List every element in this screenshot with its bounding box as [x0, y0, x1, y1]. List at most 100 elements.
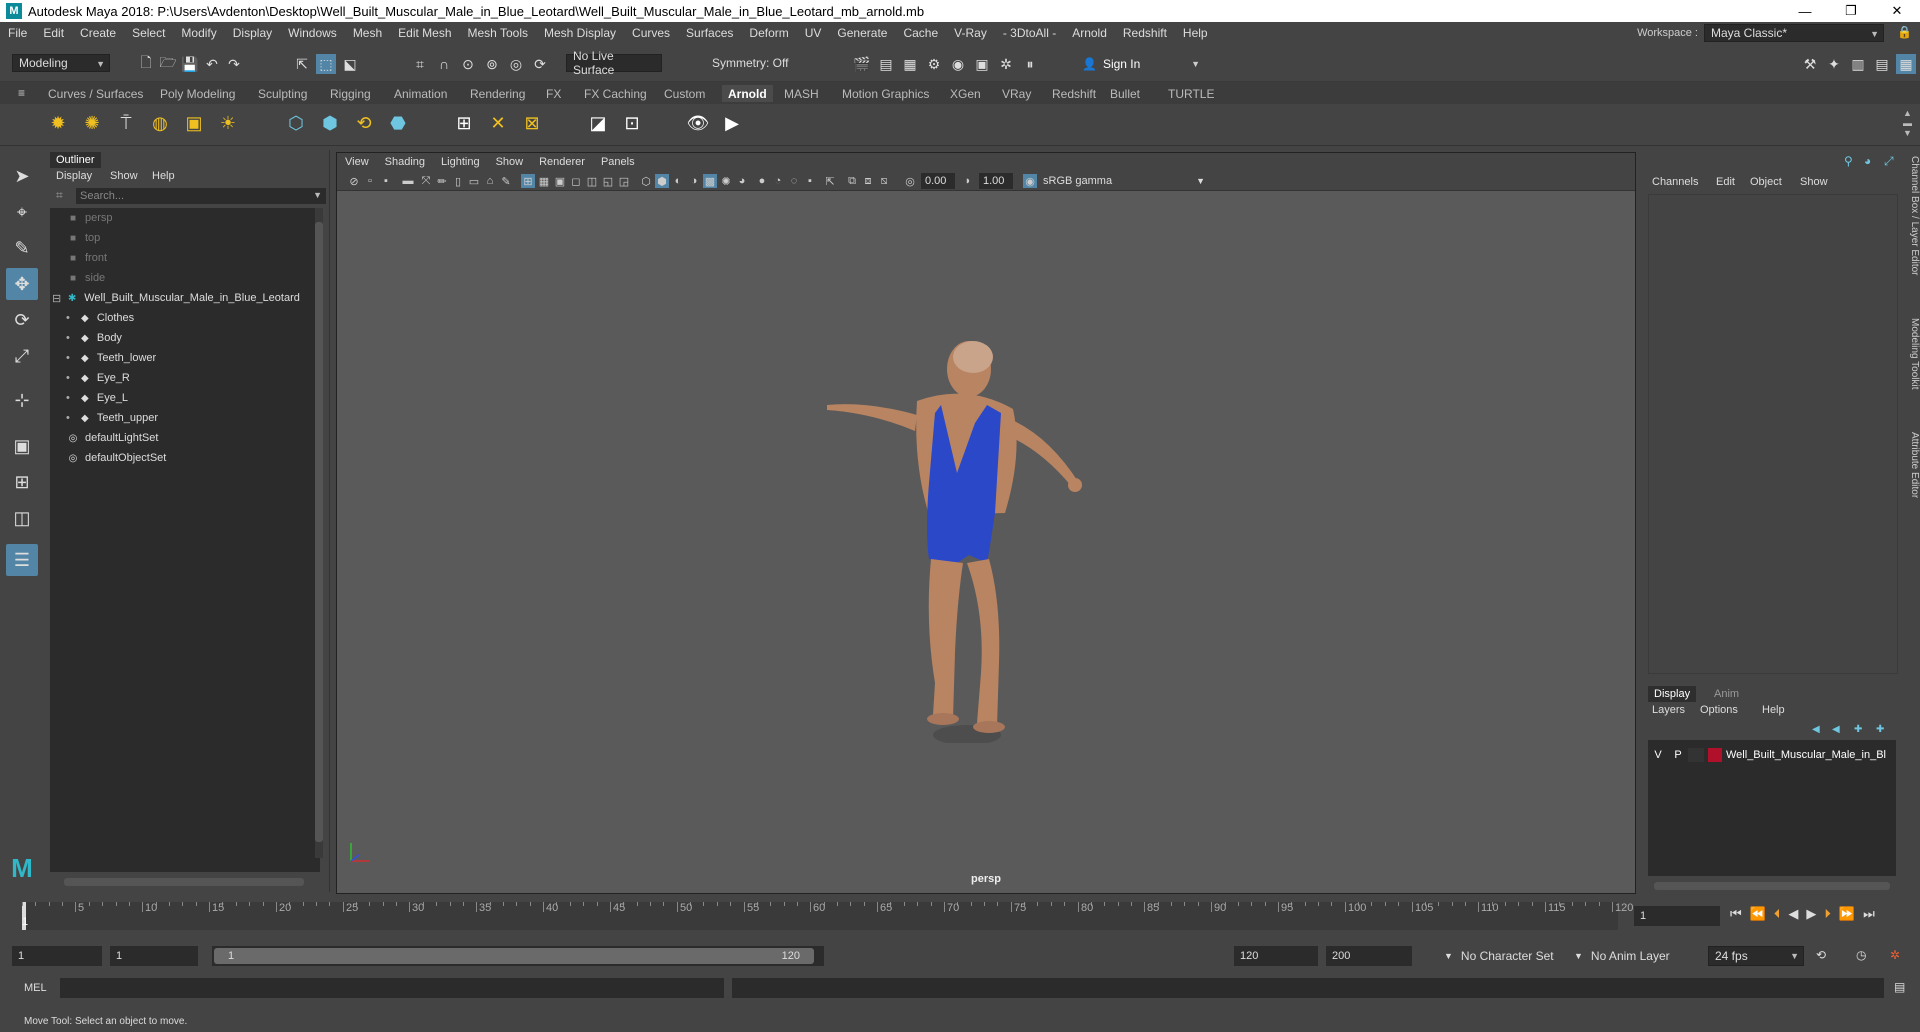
export-standin-icon[interactable]: ⬢: [316, 109, 344, 137]
outliner-menu-display[interactable]: Display: [56, 170, 92, 182]
grid-icon[interactable]: ⊞: [521, 174, 535, 188]
exposure-field[interactable]: 0.00: [921, 173, 955, 189]
menu-edit[interactable]: Edit: [35, 26, 72, 40]
show-menu[interactable]: Show: [1800, 176, 1828, 188]
expand-dot-icon[interactable]: •: [66, 412, 70, 424]
xray-active-icon[interactable]: ◌: [787, 174, 801, 188]
depth-peeling-icon[interactable]: ⧅: [877, 174, 891, 188]
menu-v-ray[interactable]: V-Ray: [946, 26, 995, 40]
anim-layer-select[interactable]: ▼ No Anim Layer: [1568, 946, 1688, 966]
animation-end-field[interactable]: 200: [1326, 946, 1412, 966]
layer-type-toggle[interactable]: [1688, 748, 1704, 762]
viewport-menu-renderer[interactable]: Renderer: [531, 156, 593, 168]
lock-icon[interactable]: 🔒: [1897, 25, 1912, 39]
textured-icon[interactable]: ⬢: [655, 174, 669, 188]
auto-key-icon[interactable]: ◷: [1856, 948, 1866, 962]
move-layer-up-icon[interactable]: ◀: [1812, 724, 1820, 735]
outliner-h-scrollbar[interactable]: [64, 878, 304, 886]
color-management-icon[interactable]: ◉: [1023, 174, 1037, 188]
smooth-shade-icon[interactable]: ◫: [585, 174, 599, 188]
shelf-tab-custom[interactable]: Custom: [658, 85, 711, 102]
menu-redshift[interactable]: Redshift: [1115, 26, 1175, 40]
snap-surface-icon[interactable]: ◎: [506, 54, 526, 74]
workspace-select[interactable]: Maya Classic* ▼: [1704, 24, 1884, 42]
ipr-view-icon[interactable]: 👁: [684, 109, 712, 137]
tab-channel-box-layer-editor[interactable]: Channel Box / Layer Editor: [1904, 156, 1920, 276]
move-tool-icon[interactable]: ✥: [6, 268, 38, 300]
single-view-icon[interactable]: ▣: [6, 430, 38, 462]
select-camera-icon[interactable]: ⊘: [347, 174, 361, 188]
attribute-editor-icon[interactable]: ▥: [1848, 54, 1868, 74]
area-light-icon[interactable]: ✹: [44, 109, 72, 137]
symmetry-select[interactable]: Symmetry: Off: [706, 54, 802, 72]
outliner-filter-icon[interactable]: ⌗: [56, 188, 63, 203]
outliner-item[interactable]: • ◆ Eye_R: [66, 368, 130, 388]
snap-grid-icon[interactable]: ⌗: [410, 54, 430, 74]
new-scene-icon[interactable]: 🗋: [136, 54, 156, 74]
photometric-light-icon[interactable]: ⍑: [112, 109, 140, 137]
select-component-icon[interactable]: ⬕: [340, 54, 360, 74]
volume-icon[interactable]: ⟲: [350, 109, 378, 137]
edit-menu[interactable]: Edit: [1716, 176, 1735, 188]
select-hierarchy-icon[interactable]: ⇱: [292, 54, 312, 74]
layers-menu[interactable]: Layers: [1652, 704, 1685, 716]
time-ruler[interactable]: 1 5 10 15 20 25 30 35 40 45 50 55 60 65 70 75 80 85 90 95 1…: [22, 902, 1633, 930]
range-slider-thumb[interactable]: 1 120: [214, 948, 814, 964]
lasso-tool-icon[interactable]: ⌖: [6, 196, 38, 228]
wireframe-icon[interactable]: ◻: [569, 174, 583, 188]
expand-dot-icon[interactable]: •: [66, 352, 70, 364]
save-scene-icon[interactable]: 💾: [180, 54, 200, 74]
tab-modeling-toolkit[interactable]: Modeling Toolkit: [1904, 318, 1920, 390]
shelf-menu-icon[interactable]: ≡: [18, 86, 25, 100]
animation-start-field[interactable]: 1: [12, 946, 102, 966]
shelf-tab-motion-graphics[interactable]: Motion Graphics: [836, 85, 935, 102]
viewport-menu-lighting[interactable]: Lighting: [433, 156, 488, 168]
select-tool-icon[interactable]: ➤: [6, 160, 38, 192]
outliner-item[interactable]: • ◆ Clothes: [66, 308, 134, 328]
scale-tool-icon[interactable]: ⤢: [6, 340, 38, 372]
shelf-tab-mash[interactable]: MASH: [778, 85, 825, 102]
gate-mask-icon[interactable]: ⌂: [483, 174, 497, 188]
menu-select[interactable]: Select: [124, 26, 173, 40]
color-space-select[interactable]: sRGB gamma ▼: [1039, 173, 1209, 189]
menu-mesh[interactable]: Mesh: [345, 26, 390, 40]
backface-icon[interactable]: ▪: [803, 174, 817, 188]
outliner-menu-show[interactable]: Show: [110, 170, 138, 182]
camera-attributes-icon[interactable]: ▫: [363, 174, 377, 188]
paint-select-tool-icon[interactable]: ✎: [6, 232, 38, 264]
go-to-end-icon[interactable]: ⏭: [1863, 906, 1875, 922]
outliner-item[interactable]: ◎ defaultObjectSet: [66, 448, 167, 468]
shelf-tab-curves-surfaces[interactable]: Curves / Surfaces: [42, 85, 149, 102]
step-forward-frame-icon[interactable]: ⏵: [1824, 906, 1831, 922]
shelf-tab-sculpting[interactable]: Sculpting: [252, 85, 313, 102]
light-portal-icon[interactable]: ▣: [180, 109, 208, 137]
safe-action-icon[interactable]: ▦: [537, 174, 551, 188]
shelf-tab-rendering[interactable]: Rendering: [464, 85, 531, 102]
layer-color-swatch[interactable]: [1708, 748, 1722, 762]
close-button[interactable]: ✕: [1874, 0, 1920, 22]
two-view-icon[interactable]: ◫: [6, 502, 38, 534]
character-model[interactable]: [817, 323, 1117, 743]
search-dropdown-icon[interactable]: ▼: [313, 190, 322, 200]
new-layer-icon[interactable]: ✚: [1854, 724, 1862, 735]
redo-icon[interactable]: ↷: [224, 54, 244, 74]
shelf-tab-arnold[interactable]: Arnold: [722, 85, 773, 102]
script-editor-icon[interactable]: ▤: [1894, 980, 1905, 994]
outliner-item[interactable]: ■ top: [66, 228, 100, 248]
shelf-tab-turtle[interactable]: TURTLE: [1162, 85, 1220, 102]
outliner-item[interactable]: ◎ defaultLightSet: [66, 428, 159, 448]
motion-blur-icon[interactable]: ◕: [735, 174, 749, 188]
current-frame-field[interactable]: 1: [1634, 906, 1720, 926]
expand-dot-icon[interactable]: •: [66, 392, 70, 404]
menu-3dtoall[interactable]: - 3DtoAll -: [995, 26, 1064, 40]
light-editor-icon[interactable]: ✲: [996, 54, 1016, 74]
ipr-render-icon[interactable]: ▦: [900, 54, 920, 74]
new-layer-selected-icon[interactable]: ✚: [1876, 724, 1884, 735]
expand-dot-icon[interactable]: •: [66, 332, 70, 344]
anim-prefs-icon[interactable]: ✲: [1890, 948, 1900, 962]
physical-sky-icon[interactable]: ☀: [214, 109, 242, 137]
menu-modify[interactable]: Modify: [173, 26, 224, 40]
shelf-tab-bullet[interactable]: Bullet: [1104, 85, 1146, 102]
menu-uv[interactable]: UV: [797, 26, 830, 40]
viewport-menu-shading[interactable]: Shading: [377, 156, 433, 168]
